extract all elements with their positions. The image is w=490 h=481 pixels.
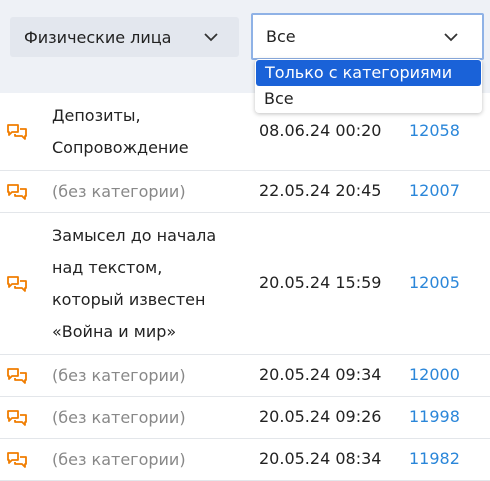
- category-line: (без категории): [52, 408, 186, 427]
- option-all[interactable]: Все: [255, 86, 482, 112]
- option-only-with-categories[interactable]: Только с категориями: [256, 60, 481, 86]
- conversation-row[interactable]: (без категории) 20.05.24 09:26 11998: [0, 397, 490, 439]
- category-line: над текстом,: [52, 258, 163, 277]
- conversation-category: (без категории): [52, 176, 186, 208]
- conversation-number-link[interactable]: 12000: [409, 365, 460, 384]
- chat-icon: [7, 368, 27, 384]
- category-dropdown[interactable]: Все: [251, 13, 484, 60]
- conversation-category: (без категории): [52, 444, 186, 476]
- category-value: Все: [266, 27, 296, 46]
- conversation-date: 20.05.24 15:59: [259, 273, 382, 292]
- conversation-date: 20.05.24 09:34: [259, 365, 382, 384]
- conversation-number-link[interactable]: 12058: [409, 121, 460, 140]
- conversation-number-link[interactable]: 12005: [409, 273, 460, 292]
- conversation-list: Депозиты, Сопровождение 08.06.24 00:20 1205…: [0, 93, 490, 481]
- conversation-date: 22.05.24 20:45: [259, 181, 382, 200]
- client-type-value: Физические лица: [24, 27, 172, 47]
- conversation-date: 20.05.24 08:34: [259, 449, 382, 468]
- chat-icon: [7, 410, 27, 426]
- conversation-row[interactable]: (без категории) 20.05.24 09:34 12000: [0, 355, 490, 397]
- conversation-category: Замысел до начала над текстом, который изв…: [52, 220, 216, 348]
- conversation-number-link[interactable]: 11982: [409, 449, 460, 468]
- conversation-row[interactable]: (без категории) 20.05.24 08:34 11982: [0, 439, 490, 481]
- category-line: Замысел до начала: [52, 226, 217, 245]
- conversation-date: 08.06.24 00:20: [259, 121, 382, 140]
- conversation-category: (без категории): [52, 360, 186, 392]
- category-line: (без категории): [52, 182, 186, 201]
- category-line: который известен: [52, 290, 206, 309]
- chat-icon: [7, 276, 27, 292]
- category-line: (без категории): [52, 366, 186, 385]
- conversation-category: (без категории): [52, 402, 186, 434]
- chat-icon: [7, 184, 27, 200]
- chat-icon: [7, 124, 27, 140]
- category-options-list: Только с категориями Все: [255, 59, 482, 113]
- conversation-date: 20.05.24 09:26: [259, 407, 382, 426]
- client-type-dropdown[interactable]: Физические лица: [10, 17, 239, 57]
- chevron-down-icon: [444, 33, 458, 42]
- conversation-category: Депозиты, Сопровождение: [52, 100, 189, 164]
- category-line: Депозиты,: [52, 106, 141, 125]
- category-line: «Война и мир»: [52, 322, 177, 341]
- category-line: Сопровождение: [52, 138, 189, 157]
- chat-icon: [7, 452, 27, 468]
- conversation-row[interactable]: (без категории) 22.05.24 20:45 12007: [0, 171, 490, 213]
- conversation-number-link[interactable]: 12007: [409, 181, 460, 200]
- category-line: (без категории): [52, 450, 186, 469]
- conversation-number-link[interactable]: 11998: [409, 407, 460, 426]
- chevron-down-icon: [204, 33, 218, 42]
- conversation-row[interactable]: Замысел до начала над текстом, который изв…: [0, 213, 490, 355]
